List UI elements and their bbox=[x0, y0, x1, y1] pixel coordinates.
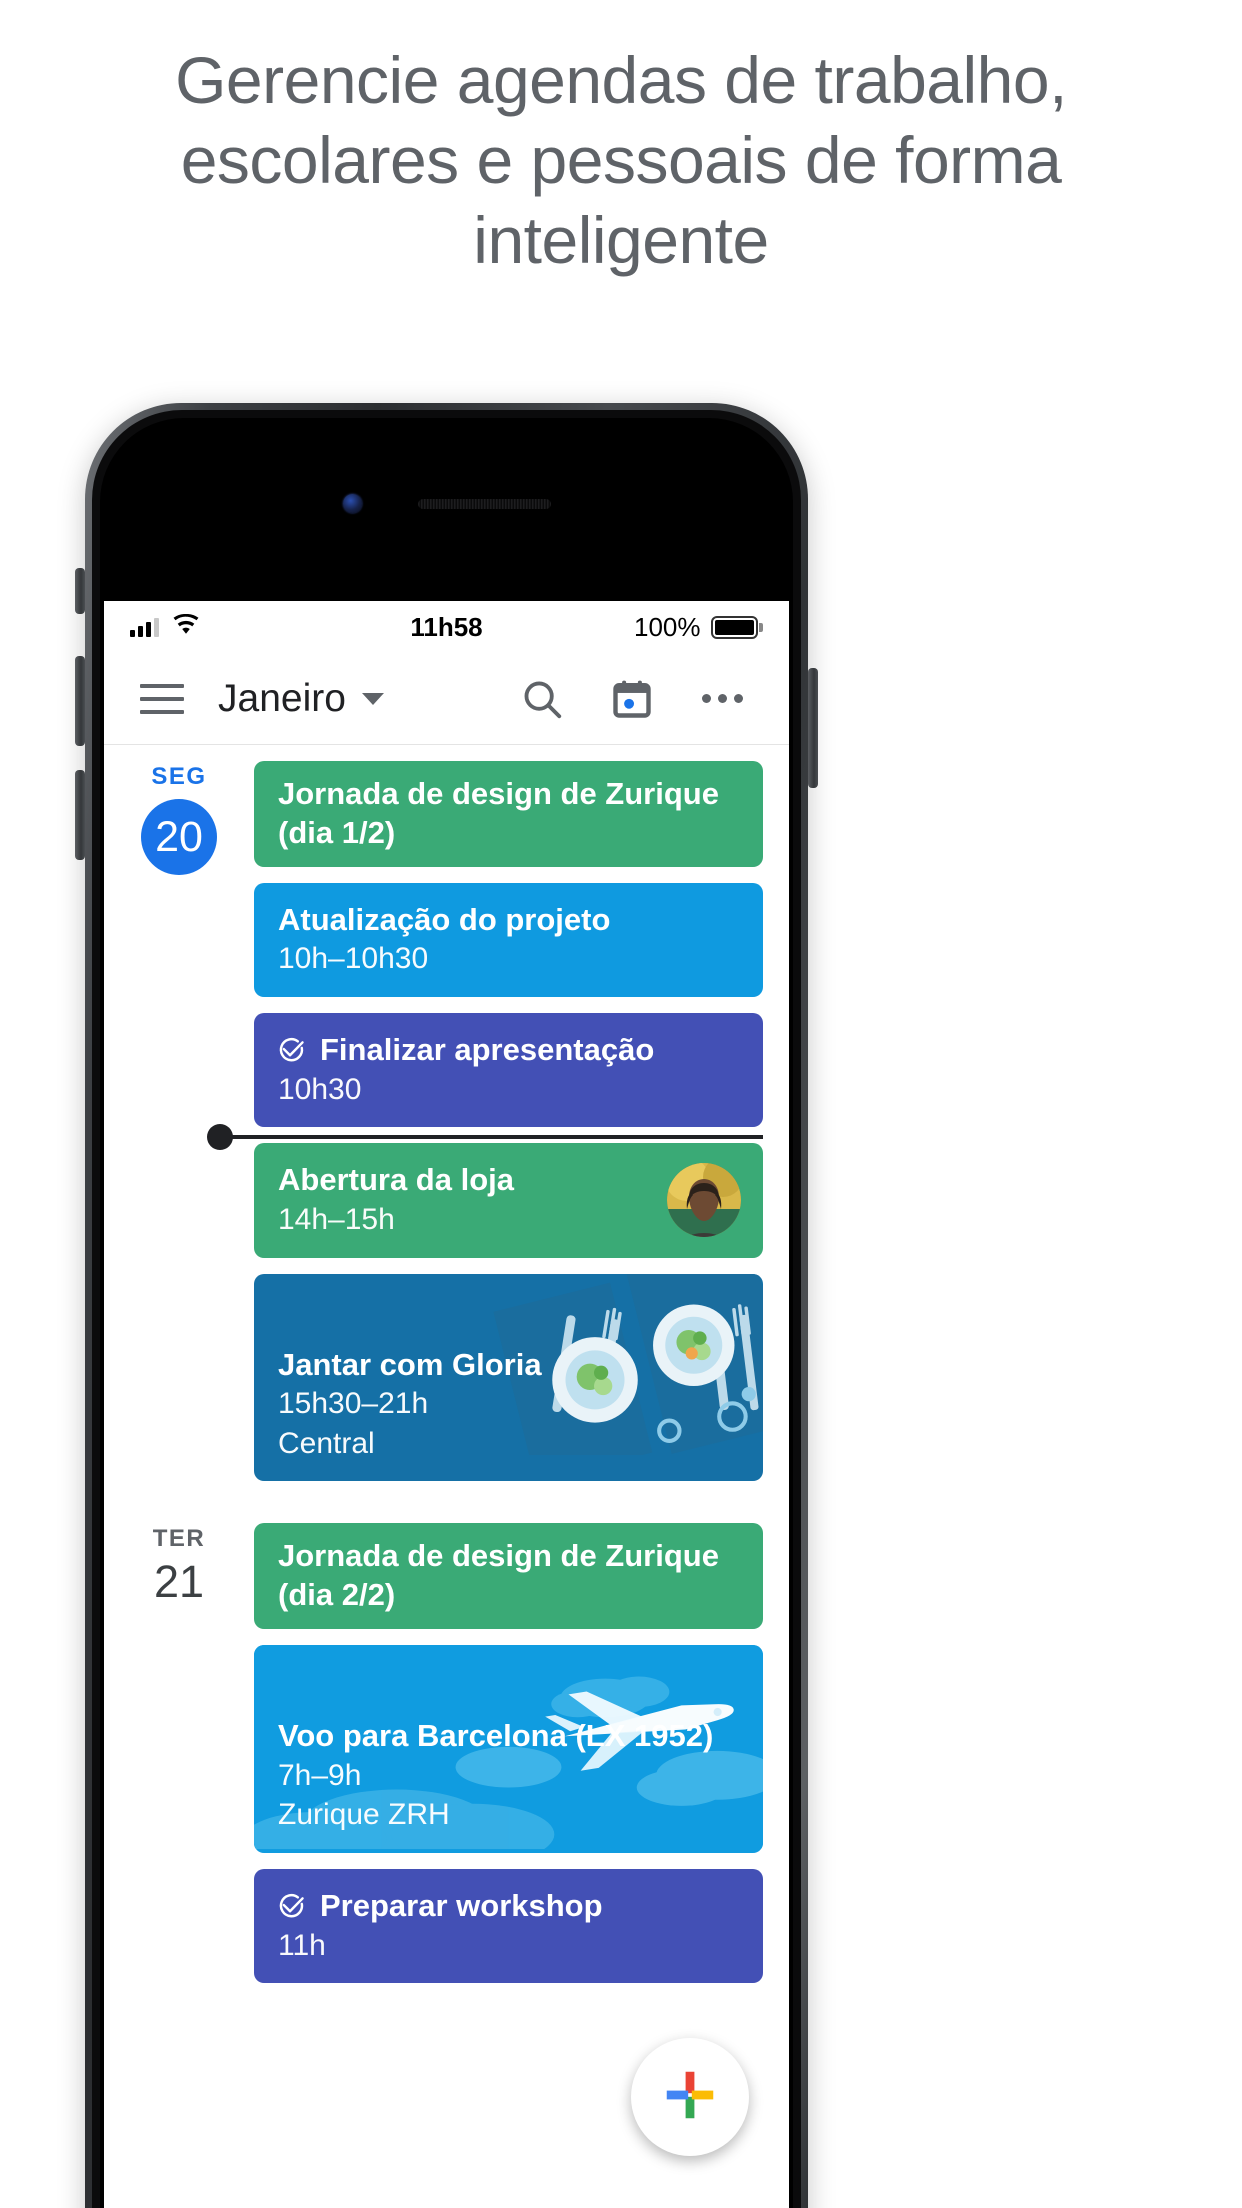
agenda-day-row: SEG 20 Jornada de design de Zurique (dia 1… bbox=[104, 745, 789, 1482]
phone-device-frame: 11h58 100% Janeiro SEG 20 Jornada de des… bbox=[75, 403, 818, 2208]
event-title: Jantar com Gloria bbox=[278, 1346, 542, 1382]
phone-bezel: 11h58 100% Janeiro SEG 20 Jornada de des… bbox=[92, 410, 801, 2208]
event-location: Zurique ZRH bbox=[278, 1798, 450, 1832]
volume-up-button[interactable] bbox=[75, 656, 85, 746]
event-title-text: Preparar workshop bbox=[320, 1887, 603, 1923]
calendar-event-card[interactable]: Abertura da loja 14h–15h bbox=[254, 1143, 763, 1258]
day-number-label: 20 bbox=[141, 799, 217, 875]
app-bar: Janeiro bbox=[104, 653, 789, 745]
event-title: Atualização do projeto bbox=[278, 901, 611, 937]
event-title: Voo para Barcelona (LX 1952) bbox=[278, 1717, 714, 1753]
google-plus-icon bbox=[659, 2064, 721, 2131]
event-time: 10h30 bbox=[278, 1072, 362, 1106]
screenshot-root: Gerencie agendas de trabalho, escolares … bbox=[0, 0, 1242, 2208]
event-title: Finalizar apresentação bbox=[278, 1031, 739, 1070]
event-title: Preparar workshop bbox=[278, 1887, 739, 1926]
front-camera-icon bbox=[342, 494, 362, 513]
search-icon[interactable] bbox=[519, 676, 565, 722]
status-bar-clock: 11h58 bbox=[410, 611, 483, 642]
calendar-event-card[interactable]: Finalizar apresentação 10h30 bbox=[254, 1012, 763, 1128]
calendar-event-card[interactable]: Preparar workshop 11h bbox=[254, 1868, 763, 1984]
attendee-avatar[interactable] bbox=[667, 1163, 741, 1238]
event-time: 15h30–21h bbox=[278, 1387, 429, 1421]
hamburger-menu-icon[interactable] bbox=[140, 683, 184, 714]
calendar-event-card[interactable]: Jantar com Gloria 15h30–21h Central bbox=[254, 1273, 763, 1482]
calendar-event-card[interactable]: Jornada de design de Zurique (dia 2/2) bbox=[254, 1523, 763, 1629]
day-events: Jornada de design de Zurique (dia 1/2) At… bbox=[254, 745, 789, 1482]
agenda-day-row: TER 21 Jornada de design de Zurique (dia 2… bbox=[104, 1507, 789, 1984]
task-check-icon[interactable] bbox=[278, 1036, 306, 1064]
more-options-icon[interactable] bbox=[699, 676, 745, 722]
day-of-week-label: TER bbox=[152, 1525, 206, 1553]
event-title-text: Finalizar apresentação bbox=[320, 1031, 655, 1067]
event-time: 10h–10h30 bbox=[278, 942, 429, 976]
task-check-icon[interactable] bbox=[278, 1892, 306, 1920]
event-time: 11h bbox=[278, 1928, 326, 1962]
phone-sensor-cluster bbox=[342, 494, 551, 513]
current-month-label[interactable]: Janeiro bbox=[218, 677, 346, 721]
volume-down-button[interactable] bbox=[75, 770, 85, 860]
phone-glass: 11h58 100% Janeiro SEG 20 Jornada de des… bbox=[100, 418, 793, 2208]
mute-switch[interactable] bbox=[75, 568, 85, 614]
day-header[interactable]: TER 21 bbox=[104, 1507, 254, 1983]
app-bar-actions bbox=[519, 676, 763, 722]
status-bar: 11h58 100% bbox=[104, 601, 789, 653]
day-number-label: 21 bbox=[153, 1556, 205, 1608]
event-title: Jornada de design de Zurique (dia 2/2) bbox=[278, 1538, 719, 1613]
app-screen: 11h58 100% Janeiro SEG 20 Jornada de des… bbox=[104, 601, 789, 2208]
day-separator bbox=[104, 1481, 789, 1507]
day-events: Jornada de design de Zurique (dia 2/2) V… bbox=[254, 1507, 789, 1984]
current-time-dot bbox=[207, 1124, 233, 1150]
agenda-list[interactable]: SEG 20 Jornada de design de Zurique (dia 1… bbox=[104, 745, 789, 1984]
power-button[interactable] bbox=[808, 668, 818, 788]
current-time-indicator bbox=[207, 1124, 763, 1150]
create-event-fab[interactable] bbox=[631, 2038, 749, 2156]
event-title: Jornada de design de Zurique (dia 1/2) bbox=[278, 776, 719, 850]
chevron-down-icon[interactable] bbox=[361, 692, 384, 705]
calendar-event-card[interactable]: Voo para Barcelona (LX 1952) 7h–9h Zurique… bbox=[254, 1644, 763, 1853]
calendar-event-card[interactable]: Atualização do projeto 10h–10h30 bbox=[254, 882, 763, 997]
calendar-today-icon[interactable] bbox=[609, 676, 655, 722]
page-title: Gerencie agendas de trabalho, escolares … bbox=[175, 43, 1067, 277]
event-location: Central bbox=[278, 1426, 375, 1460]
day-header[interactable]: SEG 20 bbox=[104, 745, 254, 1481]
day-of-week-label: SEG bbox=[151, 763, 207, 790]
earpiece-speaker bbox=[417, 498, 551, 509]
event-time: 7h–9h bbox=[278, 1758, 362, 1792]
calendar-event-card[interactable]: Jornada de design de Zurique (dia 1/2) bbox=[254, 761, 763, 867]
